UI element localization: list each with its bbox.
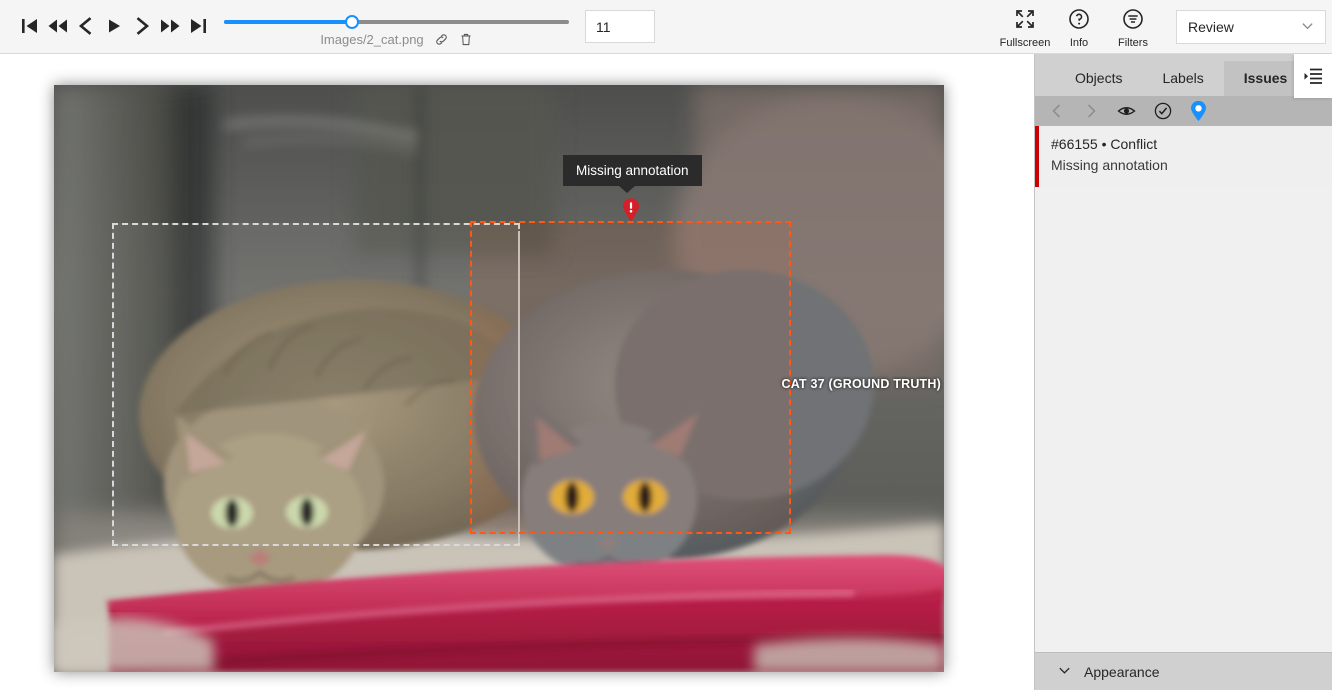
check-circle-icon[interactable] [1154,102,1172,120]
previous-frame-button[interactable] [72,12,100,40]
fast-rewind-button[interactable] [44,12,72,40]
fast-forward-button[interactable] [156,12,184,40]
filters-icon [1122,8,1144,35]
frame-filename: Images/2_cat.png [320,32,424,47]
issues-toolbar [1035,96,1332,126]
frame-number-input[interactable] [585,10,655,43]
fullscreen-icon [1014,8,1036,35]
issue-item[interactable]: #66155 • Conflict Missing annotation [1035,126,1332,187]
appearance-label: Appearance [1084,663,1160,680]
frame-slider-thumb[interactable] [344,15,359,29]
issue-type: Conflict [1110,136,1158,152]
info-icon [1068,8,1090,35]
trash-icon[interactable] [459,32,473,47]
issue-title: #66155 • Conflict [1051,136,1318,152]
annotation-tool-window: Images/2_cat.png Fullscreen [0,0,1332,690]
collapse-sidebar-icon[interactable] [1294,54,1332,98]
frame-slider-fill [224,20,352,24]
first-frame-button[interactable] [16,12,44,40]
top-toolbar: Images/2_cat.png Fullscreen [0,0,1332,54]
next-issue-button[interactable] [1083,103,1099,119]
top-right-tools: Fullscreen Info Filters Review [998,4,1326,49]
frame-slider[interactable] [224,15,569,29]
info-label: Info [1069,37,1089,49]
issue-marker[interactable] [622,198,640,222]
tab-labels[interactable]: Labels [1142,61,1223,96]
previous-issue-button[interactable] [1049,103,1065,119]
appearance-section-toggle[interactable]: Appearance [1035,652,1332,690]
image-content [54,85,944,672]
map-pin-icon[interactable] [1190,100,1207,122]
playback-controls [16,12,212,40]
issue-separator: • [1101,136,1107,152]
right-sidebar: Objects Labels Issues #66155 • Conflict … [1034,54,1332,690]
eye-icon[interactable] [1117,103,1136,119]
issue-id: #66155 [1051,136,1098,152]
info-button[interactable]: Info [1052,4,1106,49]
last-frame-button[interactable] [184,12,212,40]
filters-label: Filters [1118,37,1148,49]
issue-tooltip: Missing annotation [563,155,702,193]
next-frame-button[interactable] [128,12,156,40]
filters-button[interactable]: Filters [1106,4,1160,49]
fullscreen-button[interactable]: Fullscreen [998,4,1052,49]
frame-slider-container: Images/2_cat.png [224,12,569,47]
issue-message: Missing annotation [1051,157,1168,173]
play-button[interactable] [100,12,128,40]
canvas-area[interactable]: CAT 37 (GROUND TRUTH) Missing annotation [0,54,1034,690]
issues-list[interactable]: #66155 • Conflict Missing annotation [1035,126,1332,652]
frame-meta: Images/2_cat.png [224,32,569,47]
sidebar-tabs: Objects Labels Issues [1035,54,1332,96]
chevron-down-icon [1057,663,1072,681]
workspace-mode-select[interactable]: Review [1176,10,1326,44]
chevron-down-icon [1301,19,1314,35]
annotated-image[interactable]: CAT 37 (GROUND TRUTH) Missing annotation [54,85,944,672]
fullscreen-label: Fullscreen [999,37,1051,49]
workspace-mode-value: Review [1188,19,1234,35]
link-icon[interactable] [434,32,449,47]
tab-objects[interactable]: Objects [1055,61,1142,96]
